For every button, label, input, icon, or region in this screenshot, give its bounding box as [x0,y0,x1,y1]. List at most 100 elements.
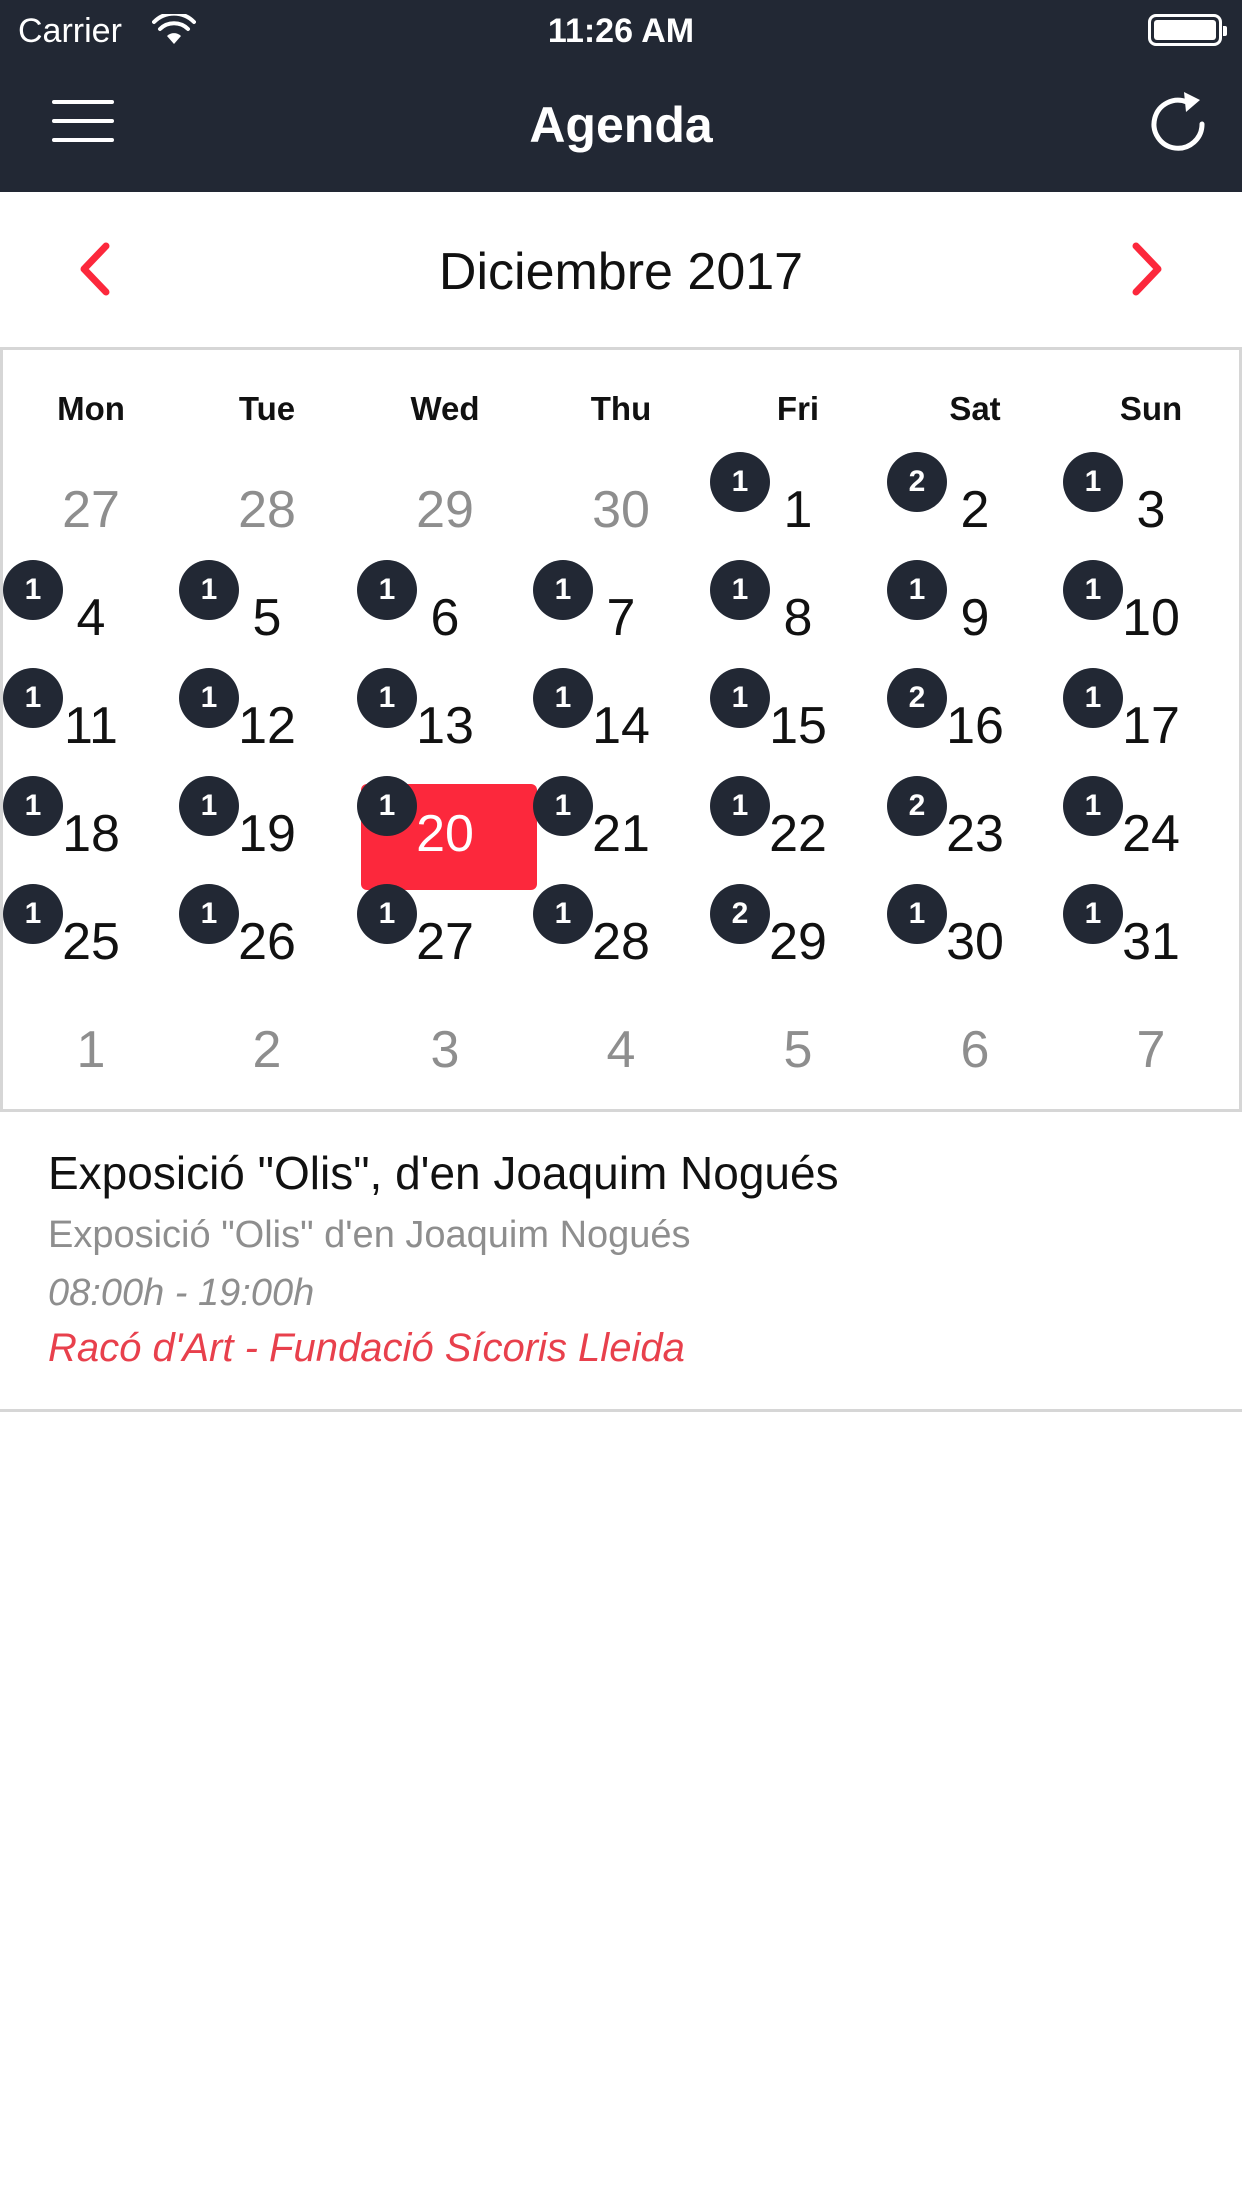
nav-bar: Agenda [0,60,1242,192]
calendar-day[interactable]: 31 1 [1063,884,1239,1000]
weekday-header: Mon Tue Wed Thu Fri Sat Sun [3,350,1239,460]
day-number: 2 [252,1021,282,1079]
event-location: Racó d'Art - Fundació Sícoris Lleida [48,1326,685,1370]
calendar-day[interactable]: 22 1 [710,776,886,892]
calendar-day[interactable]: 25 1 [3,884,179,1000]
event-count-badge: 1 [533,668,593,728]
month-title: Diciembre 2017 [438,243,804,301]
day-number: 3 [430,1021,460,1079]
calendar-day[interactable]: 22 [887,452,1063,568]
calendar-day[interactable]: 7 [1063,1000,1239,1108]
event-count-badge: 1 [179,668,239,728]
event-item[interactable]: Exposició "Olis", d'en Joaquim Nogués Ex… [0,1112,1242,1412]
event-count-badge: 1 [887,560,947,620]
event-count-badge: 1 [710,776,770,836]
event-count-badge: 1 [710,452,770,512]
event-count-badge: 1 [533,560,593,620]
battery-icon [1148,14,1227,46]
calendar-day[interactable]: 30 [533,460,709,568]
calendar-day[interactable]: 27 1 [357,884,533,1000]
event-time: 08:00h - 19:00h [48,1272,315,1314]
event-count-badge: 1 [357,884,417,944]
calendar-day[interactable]: 30 1 [887,884,1063,1000]
event-count-badge: 1 [1063,884,1123,944]
chevron-right-icon[interactable] [1110,234,1180,304]
event-count-badge: 1 [533,884,593,944]
calendar-day[interactable]: 4 [533,1000,709,1108]
calendar-day[interactable]: 13 1 [357,668,533,784]
weekday-label: Tue [238,390,296,427]
day-number: 4 [606,1021,636,1079]
calendar-day[interactable]: 17 1 [1063,668,1239,784]
calendar-day[interactable]: 15 1 [710,668,886,784]
event-count-badge: 1 [1063,560,1123,620]
weekday-label: Mon [57,390,125,427]
calendar-day-selected[interactable]: 20 1 [357,776,537,892]
calendar-day[interactable]: 19 1 [179,776,355,892]
calendar-day[interactable]: 28 [179,460,355,568]
calendar-day[interactable]: 2 [179,1000,355,1108]
event-count-badge: 1 [3,668,63,728]
calendar-day[interactable]: 91 [887,560,1063,676]
event-count-badge: 1 [357,668,417,728]
calendar-day[interactable]: 26 1 [179,884,355,1000]
status-time: 11:26 AM [547,12,695,50]
calendar-day[interactable]: 5 [710,1000,886,1108]
event-count-badge: 1 [1063,452,1123,512]
calendar-day[interactable]: 51 [179,560,355,676]
event-count-badge: 1 [3,776,63,836]
event-count-badge: 1 [1063,668,1123,728]
event-count-badge: 2 [887,452,947,512]
calendar-grid: Mon Tue Wed Thu Fri Sat Sun 27 28 29 30 1 1 2 2 3 1 4 1 5 1… [0,350,1242,1112]
event-count-badge: 1 [179,560,239,620]
day-number: 30 [592,481,650,539]
event-count-badge: 1 [357,776,417,836]
calendar-day[interactable]: 11 [710,452,886,568]
calendar-day[interactable]: 71 [533,560,709,676]
weekday-label: Wed [410,390,480,427]
calendar-day[interactable]: 10 1 [1063,560,1239,676]
event-count-badge: 1 [710,668,770,728]
calendar-day[interactable]: 29 2 [710,884,886,1000]
calendar-day[interactable]: 21 1 [533,776,709,892]
calendar-day[interactable]: 18 1 [3,776,179,892]
event-count-badge: 2 [887,776,947,836]
calendar-day[interactable]: 6 [887,1000,1063,1108]
day-number: 7 [1136,1021,1166,1079]
calendar-day[interactable]: 24 1 [1063,776,1239,892]
event-count-badge: 1 [710,560,770,620]
day-number: 27 [62,481,120,539]
calendar-day[interactable]: 27 [3,460,179,568]
calendar-day[interactable]: 31 [1063,452,1239,568]
weekday-label: Fri [776,390,820,427]
day-number: 28 [238,481,296,539]
event-subtitle: Exposició "Olis" d'en Joaquim Nogués [48,1214,691,1256]
status-bar: Carrier 11:26 AM [0,0,1242,60]
event-count-badge: 1 [1063,776,1123,836]
calendar-day[interactable]: 14 1 [533,668,709,784]
calendar-day[interactable]: 61 [357,560,533,676]
event-count-badge: 1 [179,884,239,944]
month-header: Diciembre 2017 [0,192,1242,350]
weekday-label: Sun [1119,390,1183,427]
calendar-day[interactable]: 11 1 [3,668,179,784]
event-title: Exposició "Olis", d'en Joaquim Nogués [48,1147,839,1199]
day-number: 5 [783,1021,813,1079]
calendar-day[interactable]: 28 1 [533,884,709,1000]
event-count-badge: 1 [179,776,239,836]
refresh-icon[interactable] [1140,84,1220,164]
page-title: Agenda [529,97,713,153]
calendar-day[interactable]: 12 1 [179,668,355,784]
calendar-day[interactable]: 81 [710,560,886,676]
calendar-day[interactable]: 41 [3,560,179,676]
calendar-day[interactable]: 1 [3,1000,179,1108]
event-count-badge: 2 [710,884,770,944]
calendar-day[interactable]: 23 2 [887,776,1063,892]
day-number: 6 [960,1021,990,1079]
calendar-day[interactable]: 16 2 [887,668,1063,784]
event-count-badge: 1 [3,560,63,620]
weekday-label: Thu [590,390,652,427]
calendar-day[interactable]: 29 [357,460,533,568]
calendar-day[interactable]: 3 [357,1000,533,1108]
event-count-badge: 1 [357,560,417,620]
